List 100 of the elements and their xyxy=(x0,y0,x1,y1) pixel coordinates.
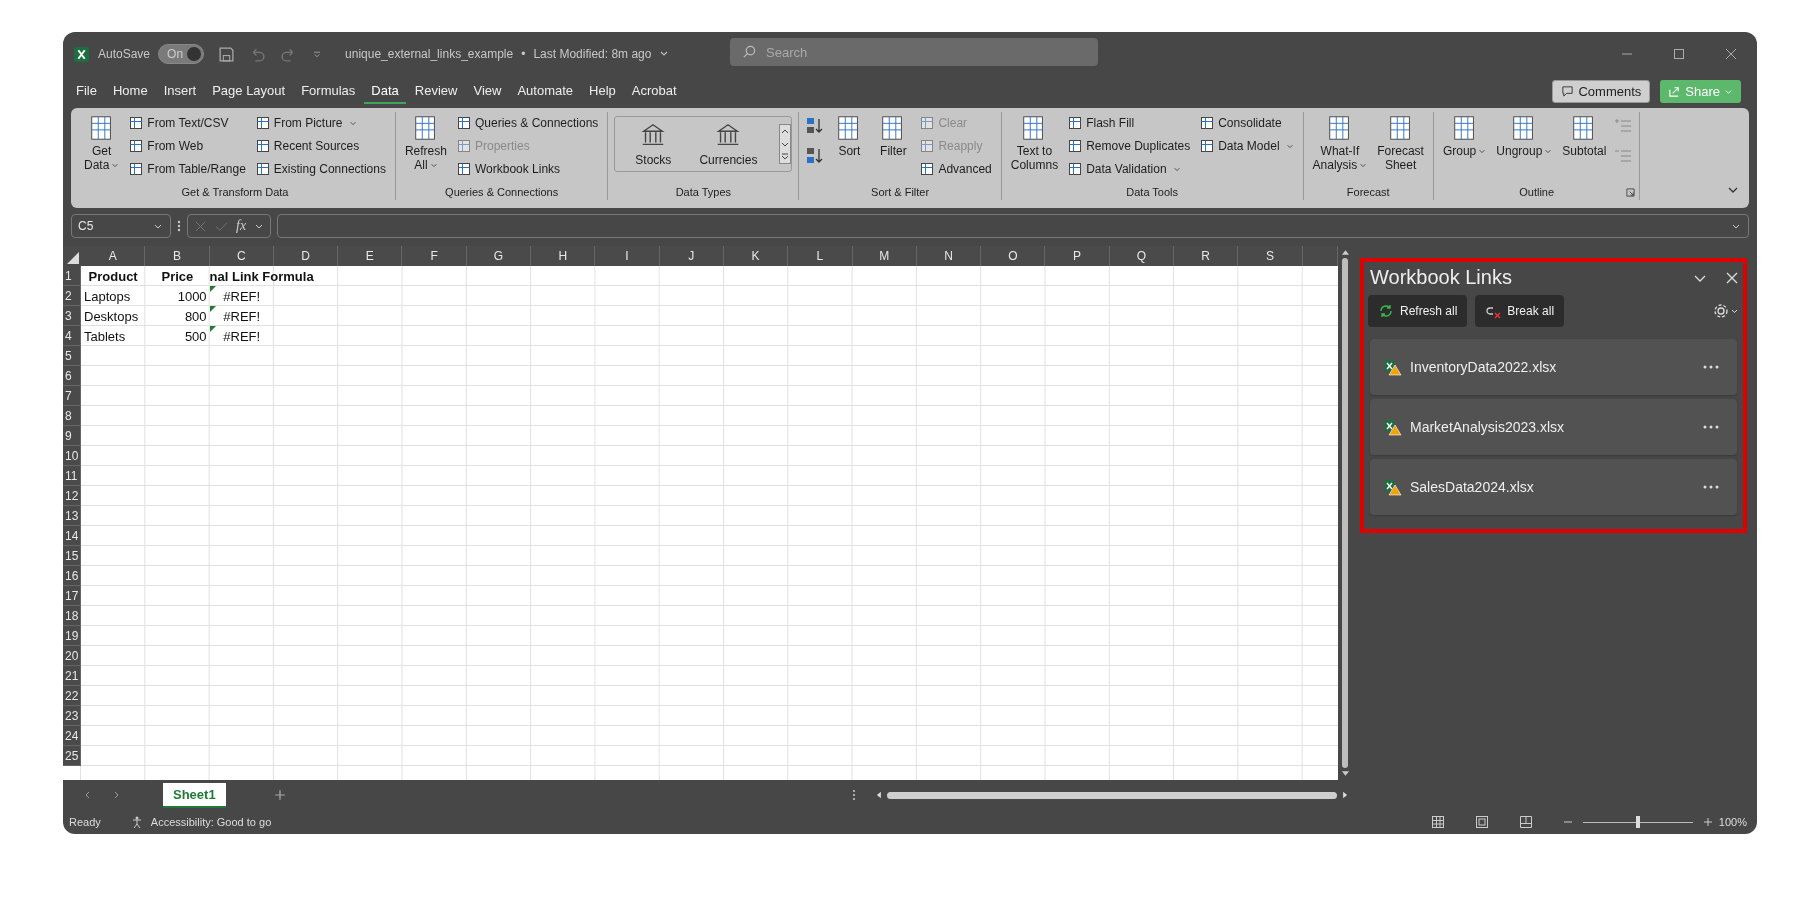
menu-tab[interactable]: Home xyxy=(105,78,155,104)
ribbon-button[interactable]: Refresh All xyxy=(401,112,450,174)
gallery-item[interactable]: Stocks xyxy=(629,121,678,167)
maximize-icon[interactable] xyxy=(1673,48,1685,60)
gallery-item[interactable]: Currencies xyxy=(693,121,764,167)
more-options-icon[interactable] xyxy=(1703,365,1719,369)
column-header[interactable]: D xyxy=(273,246,339,266)
ribbon-button[interactable]: Data Model xyxy=(1197,135,1297,156)
menu-tab[interactable]: Automate xyxy=(510,78,581,104)
ribbon-button[interactable]: From Table/Range xyxy=(126,158,249,179)
ribbon-button[interactable]: Group xyxy=(1439,112,1490,160)
ribbon-button[interactable]: Advanced xyxy=(917,158,995,179)
ribbon-button[interactable]: From Text/CSV xyxy=(126,112,249,133)
row-header[interactable]: 23 xyxy=(63,706,81,726)
row-header[interactable]: 22 xyxy=(63,686,81,706)
ribbon-button[interactable]: Data Validation xyxy=(1065,158,1194,179)
zoom-thumb[interactable] xyxy=(1635,816,1640,828)
row-header[interactable]: 10 xyxy=(63,446,81,466)
page-layout-icon[interactable] xyxy=(1474,815,1489,829)
column-header[interactable]: N xyxy=(916,246,982,266)
column-header[interactable]: J xyxy=(659,246,724,266)
ribbon-button[interactable]: Flash Fill xyxy=(1065,112,1194,133)
row-header[interactable]: 8 xyxy=(63,406,81,426)
row-header[interactable]: 1 xyxy=(63,266,81,286)
ribbon-button[interactable]: What-If Analysis xyxy=(1309,112,1371,174)
gallery-scroll-icon[interactable] xyxy=(779,122,792,166)
link-card[interactable]: InventoryData2022.xlsx xyxy=(1370,339,1737,395)
row-header[interactable]: 20 xyxy=(63,646,81,666)
ribbon-button[interactable]: Forecast Sheet xyxy=(1374,112,1427,174)
row-header[interactable]: 9 xyxy=(63,426,81,446)
row-header[interactable]: 2 xyxy=(63,286,81,306)
row-header[interactable]: 4 xyxy=(63,326,81,346)
menu-tab[interactable]: Formulas xyxy=(294,78,363,104)
menu-tab[interactable]: View xyxy=(466,78,509,104)
zoom-in-icon[interactable] xyxy=(1702,817,1713,827)
refresh-all-button[interactable]: Refresh all xyxy=(1368,295,1468,327)
column-header[interactable]: L xyxy=(788,246,853,266)
column-header[interactable]: A xyxy=(81,246,146,266)
ribbon-button[interactable]: Ungroup xyxy=(1493,112,1556,160)
ribbon-button[interactable]: Text to Columns xyxy=(1007,112,1062,174)
ribbon-button[interactable]: From Web xyxy=(126,135,249,156)
column-header[interactable]: G xyxy=(466,246,532,266)
ribbon-button[interactable]: Queries & Connections xyxy=(453,112,602,133)
sheet-tab[interactable]: Sheet1 xyxy=(163,782,226,808)
name-box[interactable]: C5 xyxy=(71,214,171,238)
row-header[interactable]: 18 xyxy=(63,606,81,626)
ribbon-button[interactable]: Workbook Links xyxy=(453,158,602,179)
row-header[interactable]: 24 xyxy=(63,726,81,746)
row-header[interactable]: 25 xyxy=(63,746,81,766)
comments-button[interactable]: Comments xyxy=(1552,79,1651,103)
row-header[interactable]: 13 xyxy=(63,506,81,526)
column-header[interactable]: M xyxy=(852,246,917,266)
dialog-launcher-icon[interactable] xyxy=(1626,188,1636,197)
row-header[interactable]: 17 xyxy=(63,586,81,606)
more-icon[interactable] xyxy=(851,788,856,802)
scroll-thumb[interactable] xyxy=(886,791,1337,799)
scroll-thumb[interactable] xyxy=(1342,258,1348,768)
ribbon-button[interactable]: Remove Duplicates xyxy=(1065,135,1194,156)
row-header[interactable]: 11 xyxy=(63,466,81,486)
ribbon-button[interactable]: Subtotal xyxy=(1559,112,1610,160)
more-options-icon[interactable] xyxy=(1703,485,1719,489)
scroll-up-icon[interactable] xyxy=(1340,248,1350,256)
row-header[interactable]: 15 xyxy=(63,546,81,566)
row-header[interactable]: 7 xyxy=(63,386,81,406)
row-header[interactable]: 3 xyxy=(63,306,81,326)
column-header[interactable]: P xyxy=(1045,246,1110,266)
row-header[interactable]: 21 xyxy=(63,666,81,686)
formula-input[interactable] xyxy=(277,214,1749,238)
insert-function-button[interactable]: fx xyxy=(236,218,247,234)
link-card[interactable]: SalesData2024.xlsx xyxy=(1370,459,1737,515)
row-header[interactable]: 14 xyxy=(63,526,81,546)
row-header[interactable]: 12 xyxy=(63,486,81,506)
column-header[interactable]: C xyxy=(209,246,274,266)
ribbon-button[interactable]: Filter xyxy=(873,112,914,160)
menu-tab[interactable]: File xyxy=(69,78,104,104)
ribbon-button[interactable]: Get Data xyxy=(81,112,123,174)
column-header[interactable]: S xyxy=(1238,246,1303,266)
menu-tab[interactable]: Help xyxy=(582,78,623,104)
column-header[interactable]: I xyxy=(595,246,660,266)
ribbon-button[interactable]: Recent Sources xyxy=(252,135,389,156)
select-all-icon[interactable] xyxy=(63,246,81,266)
row-header[interactable]: 6 xyxy=(63,366,81,386)
column-header[interactable]: O xyxy=(981,246,1046,266)
column-header[interactable]: F xyxy=(402,246,467,266)
ribbon-button[interactable]: Sort xyxy=(829,112,870,160)
menu-tab[interactable]: Acrobat xyxy=(624,78,684,104)
column-header[interactable]: B xyxy=(145,246,210,266)
page-break-icon[interactable] xyxy=(1518,815,1533,829)
ribbon-button[interactable]: From Picture xyxy=(252,112,389,133)
accessibility-status[interactable]: Accessibility: Good to go xyxy=(150,816,272,828)
break-all-button[interactable]: Break all xyxy=(1475,295,1565,327)
more-options-icon[interactable] xyxy=(1703,425,1719,429)
ribbon-button[interactable]: Existing Connections xyxy=(252,158,389,179)
column-header[interactable]: R xyxy=(1174,246,1239,266)
normal-view-icon[interactable] xyxy=(1430,815,1445,829)
add-sheet-icon[interactable] xyxy=(273,789,286,801)
ribbon-button[interactable]: Consolidate xyxy=(1197,112,1297,133)
menu-tab[interactable]: Review xyxy=(407,78,465,104)
settings-icon[interactable] xyxy=(1713,303,1739,319)
menu-tab[interactable]: Data xyxy=(364,78,406,104)
